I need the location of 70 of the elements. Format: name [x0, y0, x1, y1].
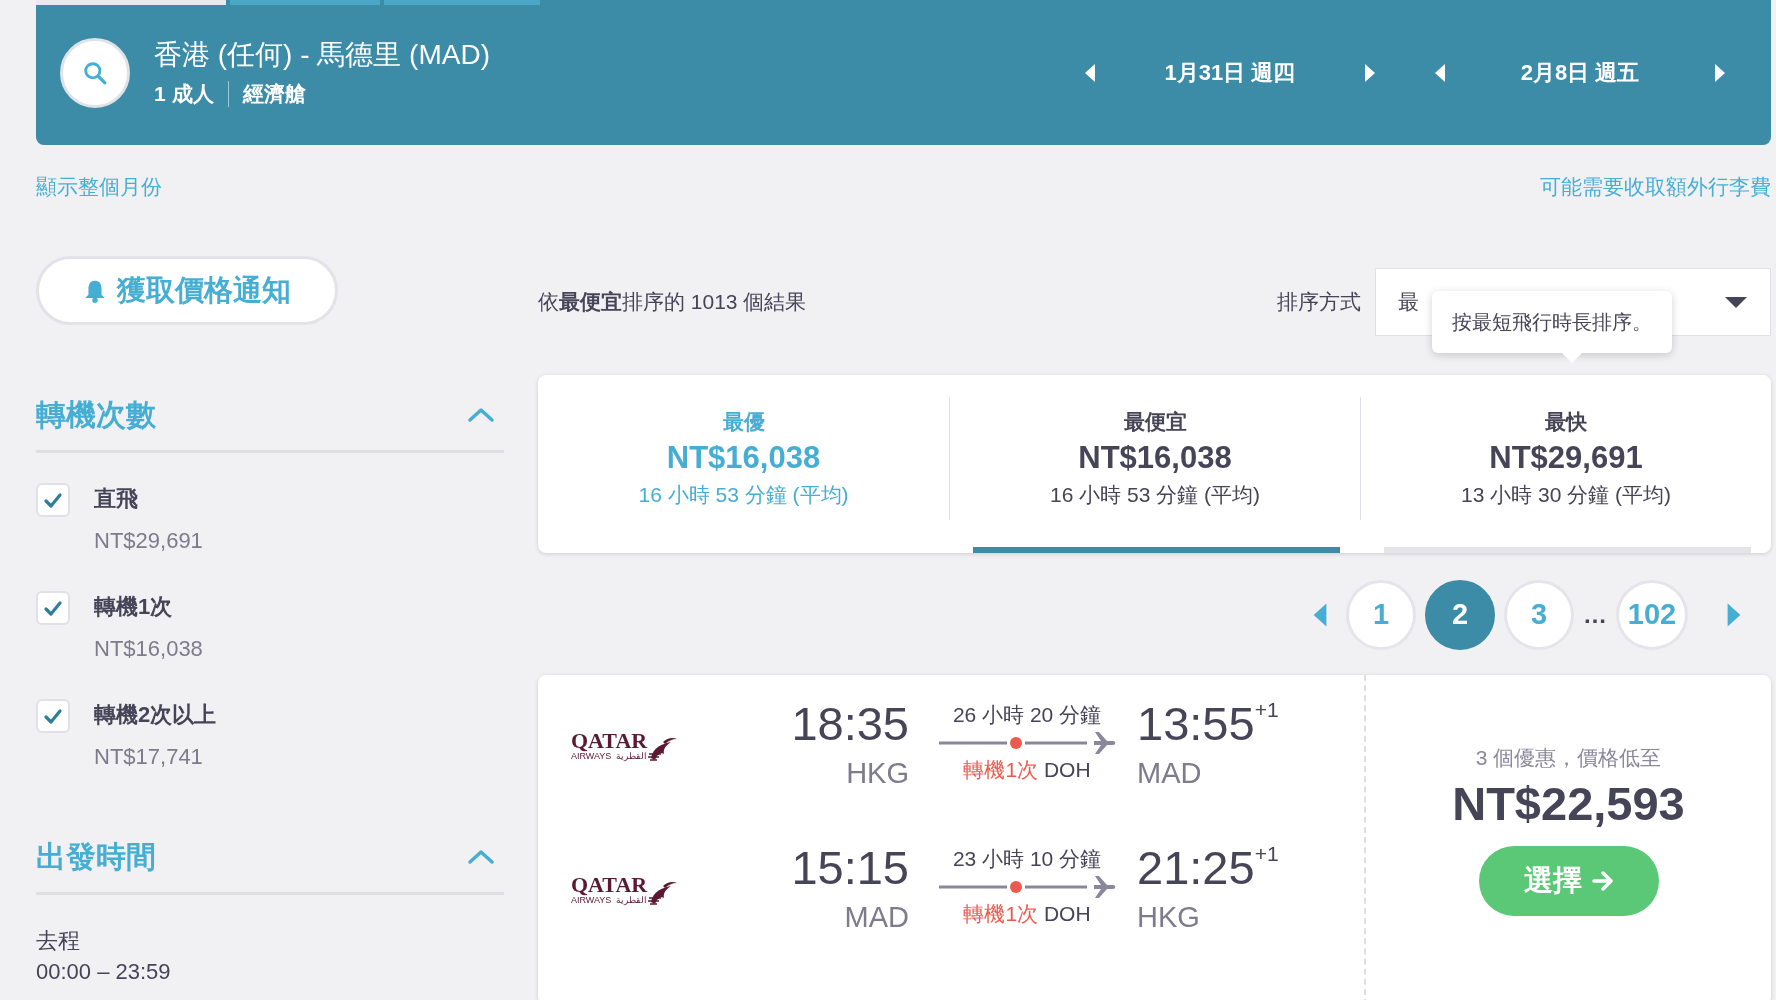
- sort-label: 排序方式: [1277, 289, 1361, 316]
- passenger-count: 1 成人: [154, 80, 214, 107]
- airport-code: MAD: [1137, 756, 1203, 791]
- airport-code: HKG: [1137, 900, 1201, 935]
- sort-tab[interactable]: 最優 NT$16,038 16 小時 53 分鐘 (平均): [538, 375, 949, 553]
- airport-code: MAD: [843, 900, 909, 935]
- right-triangle-icon: [1725, 601, 1743, 629]
- tooltip-pointer: [1562, 353, 1582, 363]
- checkmark-icon: [43, 491, 63, 509]
- pagination-ellipsis: …: [1583, 600, 1607, 630]
- option-price: NT$17,741: [94, 743, 204, 771]
- tooltip: 按最短飛行時長排序。: [1432, 291, 1672, 353]
- results-summary: 依最便宜排序的 1013 個結果: [538, 289, 807, 316]
- search-icon: [83, 60, 107, 85]
- arrival-time: 13:55: [1137, 697, 1255, 750]
- right-triangle-icon: [1713, 61, 1727, 84]
- checkbox[interactable]: [36, 483, 70, 517]
- lowest-price: NT$22,593: [1452, 775, 1685, 832]
- filter-section-title: 轉機次數: [36, 397, 156, 433]
- day-offset: +1: [1254, 842, 1279, 865]
- stopover-info: 轉機1次 DOH: [962, 756, 1092, 783]
- checkbox[interactable]: [36, 591, 70, 625]
- left-triangle-icon: [1433, 61, 1447, 84]
- time-range: 00:00 – 23:59: [36, 958, 172, 986]
- date-label[interactable]: 1月31日 週四: [1105, 56, 1355, 89]
- departure-time: 15:15: [790, 840, 909, 896]
- sort-tab[interactable]: 最快 NT$29,691 13 小時 30 分鐘 (平均): [1360, 375, 1771, 553]
- option-price: NT$16,038: [94, 635, 203, 663]
- option-price: NT$29,691: [94, 527, 203, 555]
- airline-arabic-name: القطرية: [616, 895, 648, 906]
- page-button[interactable]: 1: [1346, 580, 1416, 650]
- chevron-up-icon: [466, 406, 496, 424]
- day-offset: +1: [1254, 698, 1279, 721]
- date-label[interactable]: 2月8日 週五: [1455, 56, 1705, 89]
- airline-name: QATAR: [571, 875, 648, 895]
- stopover-info: 轉機1次 DOH: [962, 900, 1092, 927]
- page-button[interactable]: 102: [1616, 580, 1688, 650]
- checkmark-icon: [43, 707, 63, 725]
- price-alert-button[interactable]: 獲取價格通知: [36, 256, 338, 325]
- checkbox[interactable]: [36, 699, 70, 733]
- route-title: 香港 (任何) - 馬德里 (MAD): [154, 37, 490, 72]
- flight-duration: 26 小時 20 分鐘: [951, 702, 1103, 728]
- left-triangle-icon: [1311, 601, 1329, 629]
- airline-name: QATAR: [571, 731, 648, 751]
- airline-subtitle: AIRWAYS: [571, 895, 612, 906]
- checkmark-icon: [43, 599, 63, 617]
- select-button[interactable]: 選擇: [1478, 845, 1659, 916]
- airline-arabic-name: القطرية: [616, 751, 648, 762]
- range-label: 去程: [36, 927, 81, 955]
- right-triangle-icon: [1363, 61, 1377, 84]
- departure-time: 18:35: [790, 696, 909, 752]
- arrow-right-icon: [1591, 869, 1614, 892]
- airport-code: HKG: [845, 756, 909, 791]
- option-label: 直飛: [94, 485, 139, 513]
- option-label: 轉機2次以上: [94, 701, 217, 729]
- flight-duration: 23 小時 10 分鐘: [951, 846, 1103, 872]
- deal-count: 3 個優惠，價格低至: [1475, 745, 1662, 771]
- filter-section-title: 出發時間: [36, 839, 156, 875]
- airline-subtitle: AIRWAYS: [571, 751, 612, 762]
- left-triangle-icon: [1083, 61, 1097, 84]
- chevron-up-icon: [466, 848, 496, 866]
- option-label: 轉機1次: [94, 593, 174, 621]
- sort-tab[interactable]: 最便宜 NT$16,038 16 小時 53 分鐘 (平均): [949, 375, 1360, 553]
- page-button[interactable]: 3: [1504, 580, 1574, 650]
- show-month-link[interactable]: 顯示整個月份: [36, 169, 162, 205]
- caret-icon: [1724, 295, 1748, 309]
- baggage-fee-link[interactable]: 可能需要收取額外行李費: [1540, 169, 1771, 205]
- arrival-time: 21:25: [1137, 841, 1255, 894]
- cabin-class: 經濟艙: [242, 80, 306, 107]
- page-button[interactable]: 2: [1425, 580, 1495, 650]
